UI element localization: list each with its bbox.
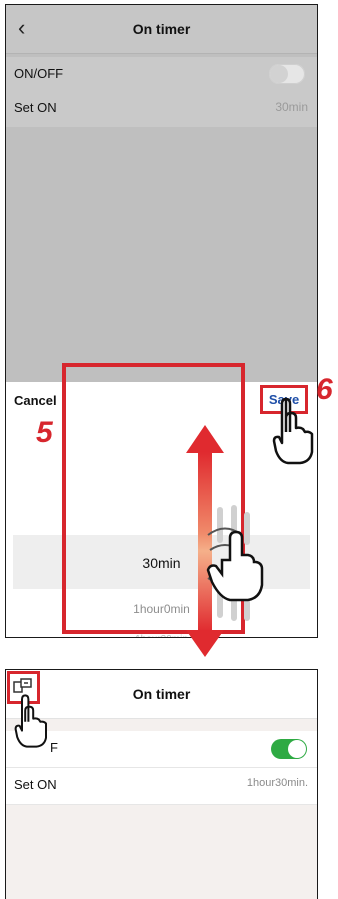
on-off-row: ON/OFF [6, 57, 317, 91]
picker-option[interactable]: 1hour30min [6, 634, 317, 637]
on-off-toggle[interactable] [269, 64, 305, 84]
toggle-knob [288, 740, 306, 758]
header-bar: ‹ On timer [6, 5, 317, 54]
on-off-toggle[interactable] [271, 739, 307, 759]
set-on-label: Set ON [14, 100, 57, 115]
set-on-label: Set ON [14, 777, 57, 792]
set-on-value: 1hour30min. [246, 777, 308, 789]
tap-hand-icon [272, 397, 314, 465]
on-off-label: ON/OFF [14, 66, 64, 81]
tap-hand-icon [14, 694, 47, 748]
step5-number: 5 [36, 416, 53, 449]
set-on-row[interactable]: Set ON 1hour30min. [6, 768, 317, 805]
swipe-hand-icon [206, 505, 264, 621]
toggle-knob [270, 65, 288, 83]
page-title: On timer [132, 21, 191, 37]
cancel-button[interactable]: Cancel [14, 393, 57, 408]
set-on-row[interactable]: Set ON 30min [6, 91, 317, 127]
set-on-value: 30min [275, 100, 308, 114]
